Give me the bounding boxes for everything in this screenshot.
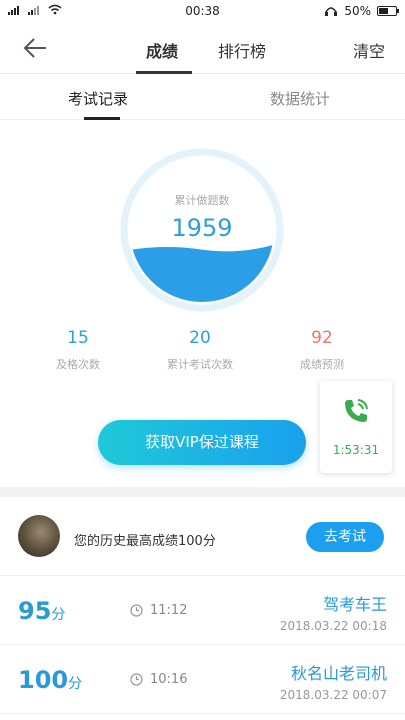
stat-pass-count-label: 及格次数: [56, 358, 100, 371]
battery-icon: [377, 6, 399, 16]
history-best-row: 您的历史最高成绩100分 去考试: [0, 498, 405, 576]
tab-ranking[interactable]: 排行榜: [218, 38, 266, 62]
back-arrow-icon[interactable]: [22, 36, 48, 60]
stat-pass-count-value: 15: [67, 328, 89, 348]
stat-exam-count: 20 累计考试次数: [150, 328, 250, 372]
history-best-text: 您的历史最高成绩100分: [74, 534, 216, 549]
record-date: 2018.03.22 00:07: [279, 688, 387, 702]
clock-icon: [130, 673, 143, 686]
record-title: 秋名山老司机: [290, 664, 387, 683]
record-duration: 10:16: [150, 672, 188, 687]
stat-score-prediction-value: 92: [311, 328, 333, 348]
tab-exam-records-indicator: [84, 117, 120, 120]
gauge-value: 1959: [171, 214, 233, 242]
phone-icon: [345, 399, 368, 422]
record-row[interactable]: 95分 11:12 驾考车王 2018.03.22 00:18: [0, 577, 405, 645]
record-duration: 11:12: [150, 603, 188, 618]
record-score-value: 95: [18, 597, 52, 625]
record-score-unit: 分: [51, 607, 66, 623]
gauge-wave: [130, 241, 274, 302]
section-divider: [0, 487, 405, 497]
stat-score-prediction: 92 成绩预测: [272, 328, 372, 372]
stats-row: 15 及格次数 20 累计考试次数 92 成绩预测: [0, 328, 405, 378]
call-widget[interactable]: 1:53:31: [320, 381, 392, 473]
clear-button[interactable]: 清空: [353, 38, 385, 62]
stat-exam-count-value: 20: [189, 328, 211, 348]
tab-exam-records[interactable]: 考试记录: [68, 88, 128, 109]
gauge-title: 累计做题数: [174, 194, 230, 207]
stat-score-prediction-label: 成绩预测: [300, 358, 344, 371]
record-score-value: 100: [18, 666, 69, 694]
tab-data-stats[interactable]: 数据统计: [270, 88, 330, 109]
tab-score-indicator: [136, 71, 192, 74]
tab-score[interactable]: 成绩: [146, 38, 178, 62]
record-date: 2018.03.22 00:18: [279, 619, 387, 633]
status-right: 50%: [324, 4, 399, 18]
record-score-unit: 分: [68, 676, 83, 692]
status-bar: 00:38 50%: [0, 0, 405, 22]
top-nav: 成绩 排行榜 清空: [0, 22, 405, 74]
record-title: 驾考车王: [322, 595, 387, 614]
questions-gauge: 累计做题数 1959: [120, 148, 284, 312]
record-score: 100分: [18, 666, 82, 694]
go-exam-button[interactable]: 去考试: [306, 522, 384, 552]
record-row[interactable]: 100分 10:16 秋名山老司机 2018.03.22 00:07: [0, 646, 405, 714]
battery-percent: 50%: [344, 4, 371, 18]
stat-pass-count: 15 及格次数: [28, 328, 128, 372]
record-score: 95分: [18, 597, 65, 625]
avatar: [18, 515, 60, 557]
vip-course-button[interactable]: 获取VIP保过课程: [98, 420, 306, 465]
stat-exam-count-label: 累计考试次数: [167, 358, 233, 371]
headset-icon: [325, 6, 338, 16]
clock-icon: [130, 604, 143, 617]
call-timer: 1:53:31: [332, 443, 380, 457]
sub-tabs: 考试记录 数据统计: [0, 75, 405, 120]
